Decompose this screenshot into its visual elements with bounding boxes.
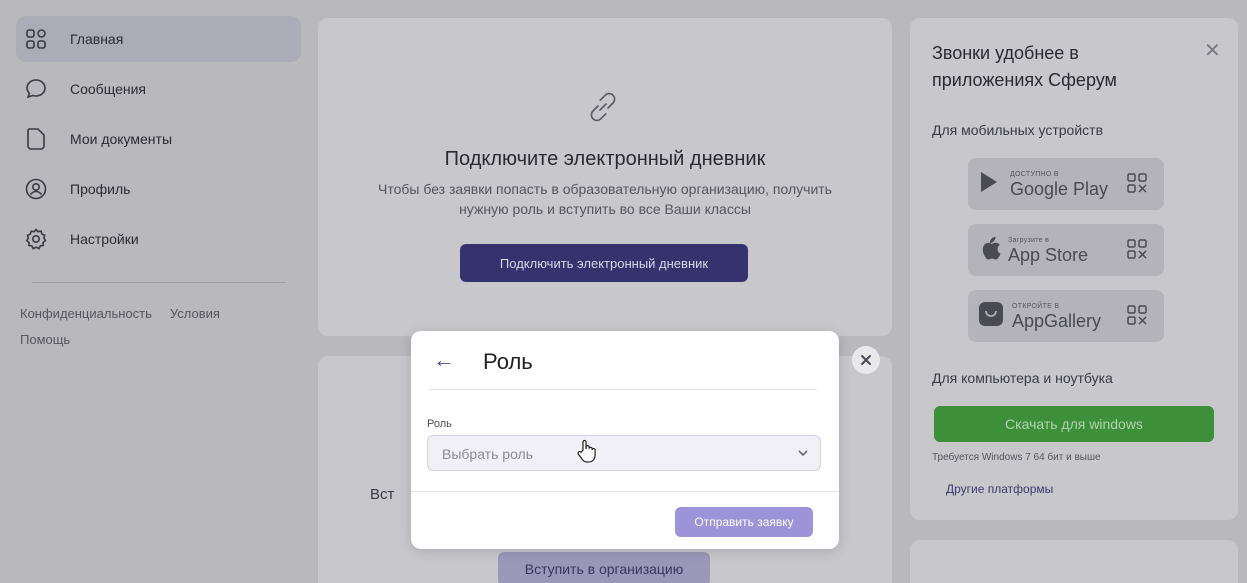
store-name: AppGallery <box>1012 310 1102 331</box>
apps-panel-title: Звонки удобнее в приложениях Сферум <box>932 43 1117 90</box>
sidebar-item-settings[interactable]: Настройки <box>16 216 301 262</box>
download-windows-button[interactable]: Скачать для windows <box>934 406 1214 442</box>
qr-code-icon[interactable] <box>1126 238 1148 265</box>
join-org-text: Вст <box>370 486 395 503</box>
footer-links: Конфиденциальность Условия Помощь <box>16 301 301 353</box>
modal-close-button[interactable] <box>852 346 880 374</box>
secondary-panel <box>910 540 1238 583</box>
sidebar-item-label: Настройки <box>70 231 139 247</box>
home-grid-icon <box>24 27 48 51</box>
other-platforms-link[interactable]: Другие платформы <box>946 482 1053 496</box>
sidebar-item-home[interactable]: Главная <box>16 16 301 62</box>
sidebar-divider <box>32 282 285 283</box>
windows-requirement: Требуется Windows 7 64 бит и выше <box>932 452 1101 463</box>
submit-request-button[interactable]: Отправить заявку <box>675 507 813 537</box>
store-name: App Store <box>1008 244 1089 265</box>
app-page: Главная Сообщения Мои документы Профиль … <box>0 0 1247 583</box>
modal-footer-divider <box>411 491 839 492</box>
diary-subtitle: Чтобы без заявки попасть в образовательн… <box>378 181 832 217</box>
role-select[interactable]: Выбрать роль <box>427 435 821 471</box>
qr-code-icon[interactable] <box>1126 304 1148 331</box>
back-arrow-icon[interactable]: ← <box>433 347 455 373</box>
sidebar-item-label: Сообщения <box>70 81 146 97</box>
qr-code-icon[interactable] <box>1126 172 1148 199</box>
google-play-icon <box>978 169 1004 200</box>
mobile-label: Для мобильных устройств <box>932 122 1104 138</box>
huawei-icon <box>978 301 1004 332</box>
join-organization-button[interactable]: Вступить в организацию <box>498 552 710 583</box>
connect-diary-button[interactable]: Подключить электронный дневник <box>460 244 748 282</box>
chevron-down-icon <box>796 446 810 465</box>
profile-icon <box>24 177 48 201</box>
apple-icon <box>978 235 1002 266</box>
store-name: Google Play <box>1010 178 1109 199</box>
pc-label: Для компьютера и ноутбука <box>932 370 1113 386</box>
app-store-button[interactable]: Загрузите в App Store <box>968 224 1164 276</box>
role-field-label: Роль <box>427 418 452 430</box>
sidebar-item-documents[interactable]: Мои документы <box>16 116 301 162</box>
google-play-button[interactable]: ДОСТУПНО В Google Play <box>968 158 1164 210</box>
terms-link[interactable]: Условия <box>170 306 220 321</box>
privacy-link[interactable]: Конфиденциальность <box>20 306 152 321</box>
role-modal: ← Роль Роль Выбрать роль Отправить заявк… <box>411 331 839 549</box>
sidebar-item-profile[interactable]: Профиль <box>16 166 301 212</box>
diary-card: Подключите электронный дневник Чтобы без… <box>318 18 892 336</box>
sidebar-item-label: Профиль <box>70 181 131 197</box>
close-icon <box>861 355 871 365</box>
diary-title: Подключите электронный дневник <box>444 148 766 170</box>
store-small-text: ДОСТУПНО В <box>1010 170 1059 178</box>
sidebar-item-label: Главная <box>70 31 124 47</box>
store-small-text: ОТКРОЙТЕ В <box>1012 302 1060 310</box>
store-small-text: Загрузите в <box>1008 236 1050 244</box>
chain-link-icon <box>580 84 626 135</box>
sidebar-item-label: Мои документы <box>70 131 173 147</box>
sidebar: Главная Сообщения Мои документы Профиль … <box>16 16 301 353</box>
modal-header-divider <box>429 389 817 390</box>
sidebar-item-messages[interactable]: Сообщения <box>16 66 301 112</box>
close-icon[interactable]: ✕ <box>1204 38 1221 63</box>
role-select-placeholder: Выбрать роль <box>442 446 534 462</box>
document-icon <box>24 127 48 151</box>
apps-panel: Звонки удобнее в приложениях Сферум ✕ Дл… <box>910 18 1238 520</box>
help-link[interactable]: Помощь <box>20 332 70 347</box>
appgallery-button[interactable]: ОТКРОЙТЕ В AppGallery <box>968 290 1164 342</box>
hand-cursor-icon <box>577 439 597 468</box>
modal-title: Роль <box>483 349 533 374</box>
gear-icon <box>24 227 48 251</box>
chat-bubble-icon <box>24 77 48 101</box>
